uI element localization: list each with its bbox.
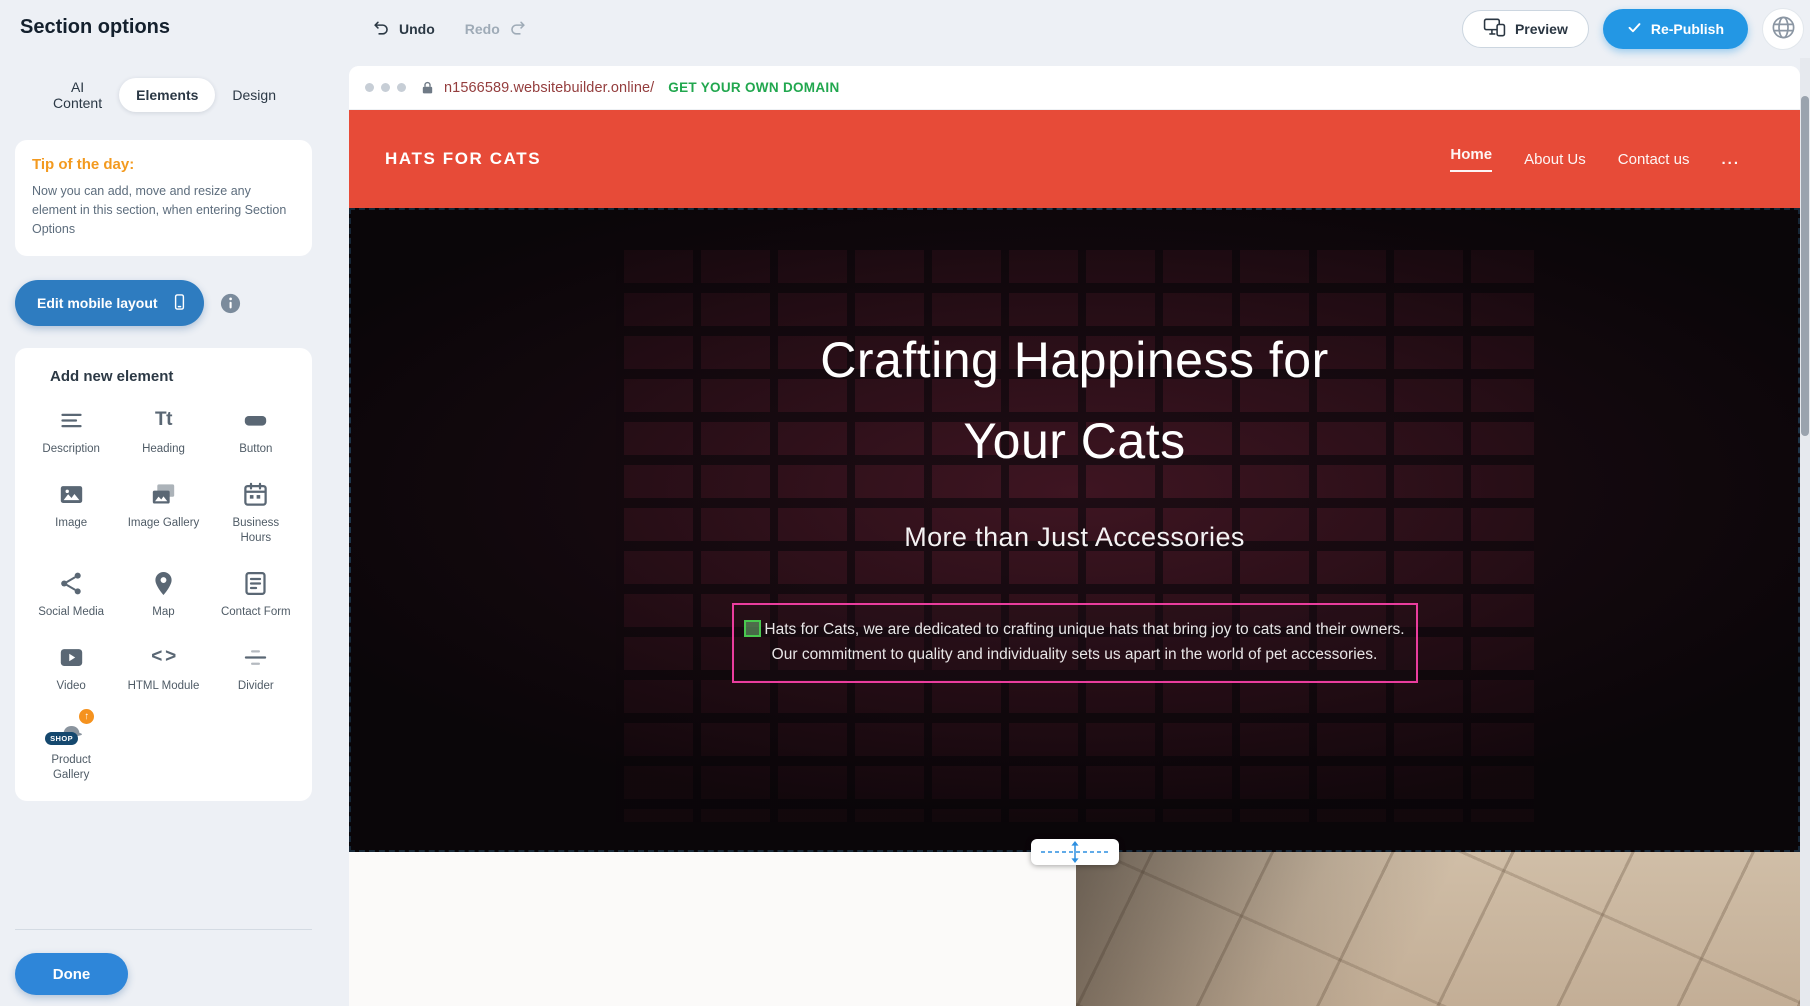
window-dot — [397, 83, 406, 92]
hero-heading[interactable]: Crafting Happiness for Your Cats — [820, 320, 1328, 482]
preview-devices-icon — [1483, 18, 1506, 40]
check-icon — [1627, 20, 1642, 38]
element-map[interactable]: Map — [117, 560, 209, 626]
preview-button[interactable]: Preview — [1462, 10, 1589, 48]
done-button[interactable]: Done — [15, 953, 128, 995]
section-resize-handle[interactable] — [1031, 839, 1119, 865]
sidebar-tabs: AI Content Elements Design — [0, 58, 327, 128]
element-image-gallery[interactable]: Image Gallery — [117, 471, 209, 552]
undo-button[interactable]: Undo — [372, 18, 435, 40]
tab-elements[interactable]: Elements — [119, 78, 215, 112]
language-globe-button[interactable] — [1762, 8, 1804, 50]
image-icon — [58, 480, 85, 508]
contact-form-icon — [242, 569, 269, 597]
lock-icon — [420, 80, 435, 96]
button-icon — [242, 406, 269, 434]
social-media-icon — [58, 569, 85, 597]
window-controls — [365, 83, 406, 92]
page-title: Section options — [20, 16, 170, 39]
republish-button[interactable]: Re-Publish — [1603, 9, 1748, 49]
topbar: Section options Undo Redo Preview Re-Pub… — [0, 0, 1810, 58]
sidebar-divider — [15, 929, 312, 930]
tip-body: Now you can add, move and resize any ele… — [32, 182, 295, 238]
add-element-title: Add new element — [25, 368, 302, 385]
shop-badge: SHOP — [45, 732, 78, 745]
nav-home[interactable]: Home — [1450, 146, 1492, 172]
heading-icon: Tt — [155, 406, 172, 434]
redo-icon — [508, 18, 527, 40]
element-image[interactable]: Image — [25, 471, 117, 552]
mobile-layout-row: Edit mobile layout — [15, 280, 312, 326]
edit-mobile-layout-button[interactable]: Edit mobile layout — [15, 280, 204, 326]
history-controls: Undo Redo — [372, 0, 527, 58]
info-icon — [219, 303, 242, 318]
element-html-module[interactable]: < > HTML Module — [117, 634, 209, 700]
nav-more-menu[interactable]: ... — [1721, 151, 1740, 168]
add-element-card: Add new element Description Tt Heading B… — [15, 348, 312, 801]
nav-about-us[interactable]: About Us — [1524, 151, 1586, 168]
tip-of-the-day-card: Tip of the day: Now you can add, move an… — [15, 140, 312, 256]
hero-section-selected[interactable]: Crafting Happiness for Your Cats More th… — [349, 208, 1800, 852]
window-dot — [381, 83, 390, 92]
next-section — [349, 852, 1800, 1006]
phone-icon — [171, 290, 188, 317]
upgrade-badge-icon: ↑ — [79, 709, 94, 724]
site-nav: Home About Us Contact us ... — [1450, 146, 1764, 172]
window-dot — [365, 83, 374, 92]
element-grid: Description Tt Heading Button Image Imag… — [25, 397, 302, 789]
hero-body-text: Hats for Cats, we are dedicated to craft… — [764, 621, 1404, 663]
selected-text-element[interactable]: Hats for Cats, we are dedicated to craft… — [732, 603, 1418, 683]
element-product-gallery[interactable]: SHOP ↑ Product Gallery — [25, 708, 117, 789]
element-contact-form[interactable]: Contact Form — [210, 560, 302, 626]
divider-icon — [242, 643, 269, 671]
globe-icon — [1770, 14, 1797, 44]
element-social-media[interactable]: Social Media — [25, 560, 117, 626]
hero-subheading[interactable]: More than Just Accessories — [904, 522, 1245, 553]
image-gallery-icon — [150, 480, 177, 508]
business-hours-icon — [242, 480, 269, 508]
element-divider[interactable]: Divider — [210, 634, 302, 700]
topbar-actions: Preview Re-Publish — [1462, 0, 1804, 58]
pavement-photo — [1076, 852, 1800, 1006]
description-icon — [58, 406, 85, 434]
element-anchor-handle[interactable] — [744, 620, 761, 637]
product-gallery-icon: SHOP ↑ — [53, 717, 89, 745]
browser-bar: n1566589.websitebuilder.online/ GET YOUR… — [349, 66, 1800, 110]
sidebar: AI Content Elements Design Tip of the da… — [0, 58, 327, 1006]
scrollbar-track[interactable] — [1800, 58, 1810, 1006]
nav-contact-us[interactable]: Contact us — [1618, 151, 1690, 168]
tab-ai-content[interactable]: AI Content — [36, 70, 119, 120]
site-header[interactable]: HATS FOR CATS Home About Us Contact us .… — [349, 110, 1800, 208]
info-button[interactable] — [219, 292, 242, 315]
scrollbar-thumb[interactable] — [1801, 96, 1809, 436]
get-domain-link[interactable]: GET YOUR OWN DOMAIN — [668, 80, 839, 95]
map-pin-icon — [150, 569, 177, 597]
redo-button[interactable]: Redo — [465, 18, 527, 40]
site-logo: HATS FOR CATS — [385, 149, 541, 169]
tab-design[interactable]: Design — [215, 78, 293, 112]
website-builder-app: Section options Undo Redo Preview Re-Pub… — [0, 0, 1810, 1006]
preview-canvas: n1566589.websitebuilder.online/ GET YOUR… — [349, 66, 1800, 1006]
element-business-hours[interactable]: Business Hours — [210, 471, 302, 552]
element-button[interactable]: Button — [210, 397, 302, 463]
hero-content: Crafting Happiness for Your Cats More th… — [349, 208, 1800, 852]
html-module-icon: < > — [151, 643, 176, 671]
site-url: n1566589.websitebuilder.online/ — [444, 80, 654, 96]
undo-icon — [372, 18, 391, 40]
video-icon — [58, 643, 85, 671]
tip-title: Tip of the day: — [32, 156, 295, 173]
element-description[interactable]: Description — [25, 397, 117, 463]
element-heading[interactable]: Tt Heading — [117, 397, 209, 463]
element-video[interactable]: Video — [25, 634, 117, 700]
